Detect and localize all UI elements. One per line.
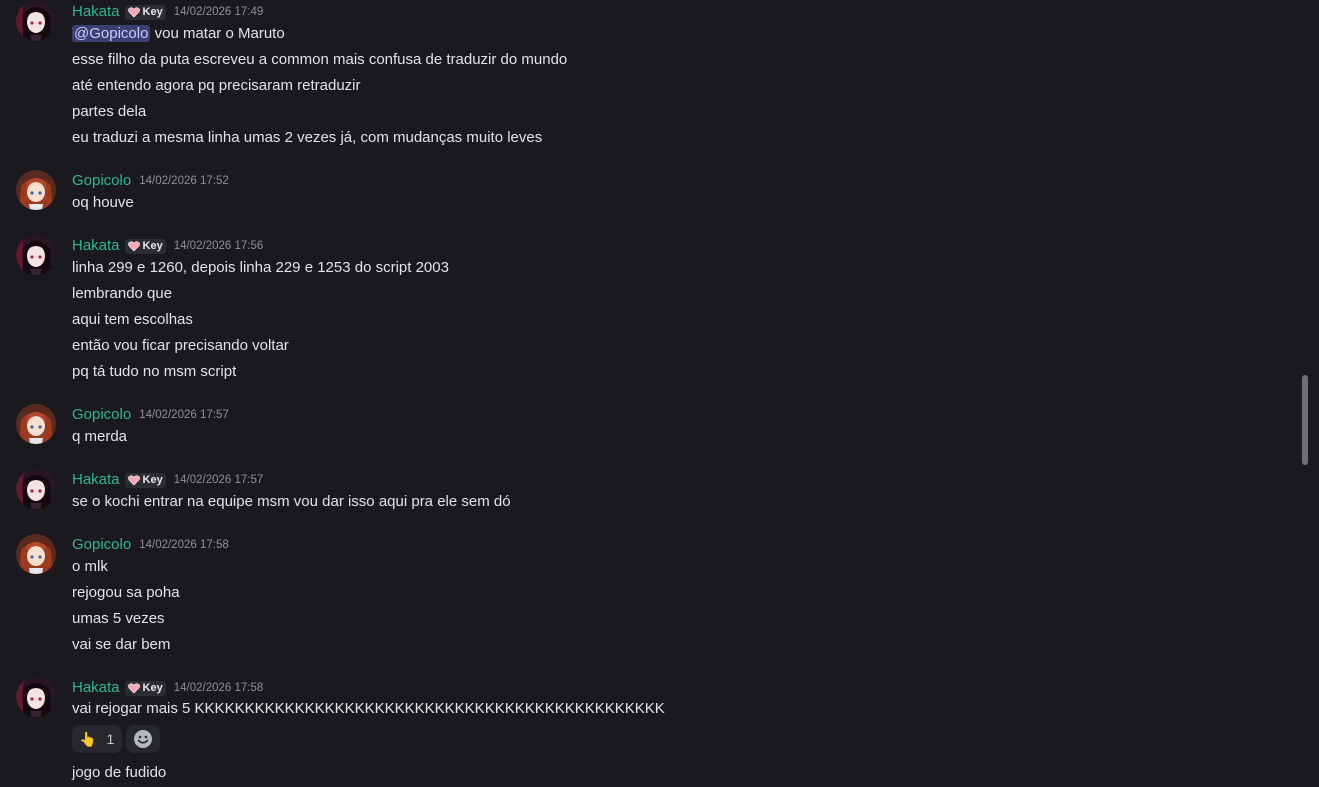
message-line: aqui tem escolhas [72, 311, 193, 328]
guild-tag-label: Key [142, 682, 163, 694]
scrollbar[interactable] [1301, 0, 1309, 787]
avatar-hakata[interactable] [16, 235, 56, 275]
message-line: pq tá tudo no msm script [72, 363, 237, 380]
message-line: se o kochi entrar na equipe msm vou dar … [72, 493, 511, 510]
timestamp[interactable]: 14/02/2026 17:49 [174, 6, 264, 18]
message-header: Hakata Key 14/02/2026 17:56 [72, 235, 263, 257]
timestamp[interactable]: 14/02/2026 17:52 [139, 175, 229, 187]
message-line: esse filho da puta escreveu a common mai… [72, 51, 568, 68]
message-line: lembrando que [72, 285, 173, 302]
username[interactable]: Gopicolo [72, 534, 131, 556]
message-line: rejogou sa poha [72, 584, 180, 601]
reactions-bar: 👆 1 [72, 725, 161, 753]
scrollbar-thumb[interactable] [1302, 375, 1308, 465]
username[interactable]: Gopicolo [72, 404, 131, 426]
message-line: partes dela [72, 103, 147, 120]
message-line: vai se dar bem [72, 636, 171, 653]
username[interactable]: Hakata [72, 235, 120, 257]
message-header: Hakata Key 14/02/2026 17:58 [72, 677, 263, 699]
chat-message-list[interactable]: Hakata Key 14/02/2026 17:49 @Gopicolo vo… [0, 0, 1319, 787]
message-line: umas 5 vezes [72, 610, 165, 627]
message-text: vou matar o Maruto [154, 25, 285, 42]
timestamp[interactable]: 14/02/2026 17:57 [139, 409, 229, 421]
timestamp[interactable]: 14/02/2026 17:58 [174, 682, 264, 694]
timestamp[interactable]: 14/02/2026 17:58 [139, 539, 229, 551]
guild-tag[interactable]: Key [124, 680, 166, 696]
message-header: Hakata Key 14/02/2026 17:57 [72, 469, 263, 491]
message-line: vai rejogar mais 5 KKKKKKKKKKKKKKKKKKKKK… [72, 700, 665, 717]
guild-tag-label: Key [142, 240, 163, 252]
message-line: q merda [72, 428, 128, 445]
guild-tag[interactable]: Key [124, 238, 166, 254]
avatar-gopicolo[interactable] [16, 534, 56, 574]
avatar-hakata[interactable] [16, 677, 56, 717]
message-line: até entendo agora pq precisaram retraduz… [72, 77, 361, 94]
message-line: oq houve [72, 194, 134, 211]
timestamp[interactable]: 14/02/2026 17:57 [174, 474, 264, 486]
guild-tag-label: Key [142, 6, 163, 18]
message-header: Gopicolo 14/02/2026 17:58 [72, 534, 229, 556]
reaction-pointing-up[interactable]: 👆 1 [72, 725, 123, 753]
message-header: Gopicolo 14/02/2026 17:52 [72, 170, 229, 192]
heart-icon [127, 6, 140, 17]
guild-tag[interactable]: Key [124, 4, 166, 20]
username[interactable]: Hakata [72, 469, 120, 491]
message-line: o mlk [72, 558, 108, 575]
message-header: Gopicolo 14/02/2026 17:57 [72, 404, 229, 426]
heart-icon [127, 474, 140, 485]
smiley-icon [134, 730, 153, 748]
message-line: @Gopicolo vou matar o Maruto [72, 23, 285, 45]
heart-icon [127, 240, 140, 251]
timestamp[interactable]: 14/02/2026 17:56 [174, 240, 264, 252]
message-line: jogo de fudido [72, 764, 167, 781]
avatar-hakata[interactable] [16, 1, 56, 41]
message-line: então vou ficar precisando voltar [72, 337, 289, 354]
avatar-gopicolo[interactable] [16, 404, 56, 444]
heart-icon [127, 682, 140, 693]
username[interactable]: Hakata [72, 1, 120, 23]
avatar-hakata[interactable] [16, 469, 56, 509]
message-line: linha 299 e 1260, depois linha 229 e 125… [72, 259, 449, 276]
pointing-up-emoji: 👆 [79, 730, 97, 747]
guild-tag-label: Key [142, 474, 163, 486]
reaction-count: 1 [106, 731, 115, 747]
username[interactable]: Hakata [72, 677, 120, 699]
avatar-gopicolo[interactable] [16, 170, 56, 210]
username[interactable]: Gopicolo [72, 170, 131, 192]
message-line: eu traduzi a mesma linha umas 2 vezes já… [72, 129, 543, 146]
guild-tag[interactable]: Key [124, 472, 166, 488]
message-header: Hakata Key 14/02/2026 17:49 [72, 1, 263, 23]
user-mention[interactable]: @Gopicolo [72, 25, 151, 42]
add-reaction-button[interactable] [126, 725, 161, 753]
